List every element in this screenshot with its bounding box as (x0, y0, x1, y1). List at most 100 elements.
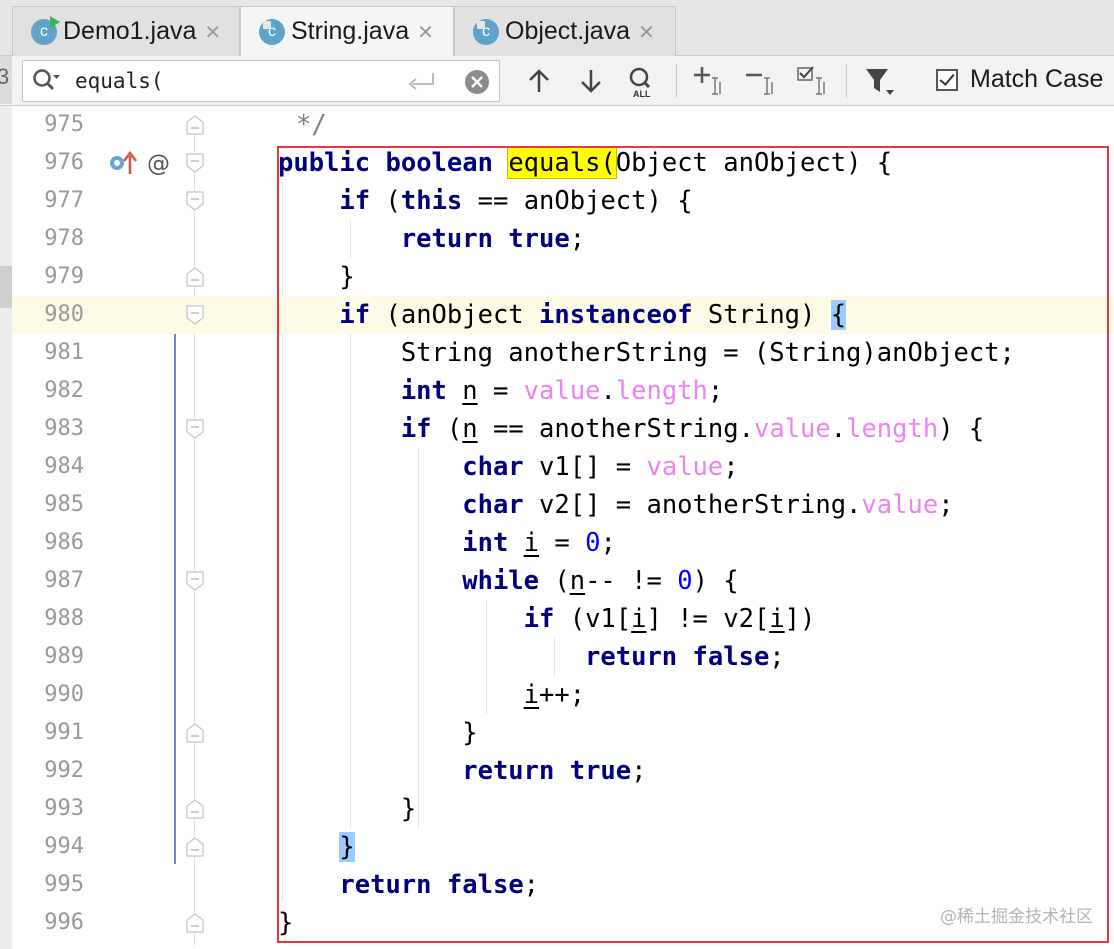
fold-start-icon[interactable] (186, 191, 204, 211)
code-line[interactable]: 984 char v1[] = value; (12, 448, 1114, 486)
line-number: 994 (44, 834, 84, 859)
code-area[interactable]: 975 */ 976 public boolean equals(Object … (12, 106, 1114, 949)
filter-icon (866, 69, 894, 95)
line-number: 990 (44, 682, 84, 707)
fold-end-icon[interactable] (186, 799, 204, 819)
fold-start-icon[interactable] (186, 305, 204, 325)
tab-label: String.java (291, 17, 410, 45)
overrides-method-icon[interactable] (108, 150, 138, 176)
code-line[interactable]: 991 } (12, 714, 1114, 752)
code-line[interactable]: 993 } (12, 790, 1114, 828)
tab-object[interactable]: c Object.java ✕ (454, 6, 676, 56)
code-text: if (anObject instanceof String) { (339, 300, 847, 330)
gutter-markers: @ (108, 150, 172, 176)
code-line[interactable]: 983 if (n == anotherString.value.length)… (12, 410, 1114, 448)
fold-end-icon[interactable] (186, 723, 204, 743)
annotation-icon[interactable]: @ (146, 150, 172, 176)
svg-text:ALL: ALL (633, 89, 651, 98)
watermark: @稀土掘金技术社区 (940, 907, 1093, 927)
fold-end-icon[interactable] (186, 913, 204, 933)
code-line[interactable]: 975 */ (12, 106, 1114, 144)
line-number: 985 (44, 492, 84, 517)
code-line[interactable]: 977 if (this == anObject) { (12, 182, 1114, 220)
line-number: 984 (44, 454, 84, 479)
close-icon[interactable]: ✕ (638, 20, 655, 44)
code-line[interactable]: 989 return false; (12, 638, 1114, 676)
code-text: return false; (339, 870, 540, 900)
clear-icon[interactable] (463, 68, 491, 96)
code-text: public boolean equals(Object anObject) { (278, 147, 893, 179)
match-case-checkbox[interactable] (936, 68, 958, 91)
match-case-label: Match Case (970, 65, 1104, 93)
tab-demo1[interactable]: c Demo1.java ✕ (12, 6, 240, 56)
code-text: } (278, 718, 478, 748)
code-line[interactable]: 988 if (v1[i] != v2[i]) (12, 600, 1114, 638)
previous-occurrence-button[interactable] (520, 62, 558, 100)
code-text: i++; (523, 680, 586, 710)
tab-string[interactable]: c String.java ✕ (240, 6, 454, 56)
code-line[interactable]: 995 return false; (12, 866, 1114, 904)
code-line-current[interactable]: 980 if (anObject instanceof String) { (12, 296, 1114, 334)
close-icon[interactable]: ✕ (204, 20, 221, 44)
tool-strip-marker (0, 266, 12, 308)
code-text: } (278, 262, 355, 292)
svg-text:@: @ (147, 151, 170, 176)
code-text: */ (296, 110, 327, 140)
code-line[interactable]: 979 } (12, 258, 1114, 296)
code-line[interactable]: 994 } (12, 828, 1114, 866)
java-class-icon: c (31, 15, 60, 45)
find-all-button[interactable]: ALL (622, 62, 660, 100)
search-field[interactable] (22, 60, 500, 102)
fold-start-icon[interactable] (186, 419, 204, 439)
left-tool-strip (0, 106, 12, 949)
code-text: char v1[] = value; (462, 452, 739, 482)
code-text: } (278, 794, 417, 824)
next-occurrence-button[interactable] (572, 62, 610, 100)
select-all-occurrences-button[interactable] (794, 62, 832, 100)
code-line[interactable]: 987 while (n-- != 0) { (12, 562, 1114, 600)
code-line[interactable]: 986 int i = 0; (12, 524, 1114, 562)
line-number: 993 (44, 796, 84, 821)
line-number: 987 (44, 568, 84, 593)
match-case-option[interactable]: Match Case (936, 65, 1103, 94)
line-number: 977 (44, 188, 84, 213)
code-line[interactable]: 982 int n = value.length; (12, 372, 1114, 410)
line-number: 976 (44, 150, 84, 175)
remove-occurrence-button[interactable] (742, 62, 780, 100)
search-input[interactable] (75, 68, 405, 94)
code-text: return true; (462, 756, 647, 786)
fold-start-icon[interactable] (186, 153, 204, 173)
code-line[interactable]: 976 public boolean equals(Object anObjec… (12, 144, 1114, 182)
code-text: } (278, 908, 294, 938)
code-line[interactable]: 985 char v2[] = anotherString.value; (12, 486, 1114, 524)
tab-label: Demo1.java (63, 17, 197, 45)
fold-start-icon[interactable] (186, 571, 204, 591)
editor-tab-bar: c Demo1.java ✕ c String.java ✕ c Object.… (0, 0, 1114, 56)
code-text: if (n == anotherString.value.length) { (400, 414, 985, 444)
add-occurrence-button[interactable] (690, 62, 728, 100)
code-text: char v2[] = anotherString.value; (462, 490, 954, 520)
code-line[interactable]: 990 i++; (12, 676, 1114, 714)
code-line[interactable]: 978 return true; (12, 220, 1114, 258)
code-editor[interactable]: 975 */ 976 public boolean equals(Object … (0, 106, 1114, 949)
find-toolbar: 3 ALL (0, 56, 1114, 106)
filter-button[interactable] (860, 62, 898, 100)
fold-end-icon[interactable] (186, 115, 204, 135)
line-number: 975 (44, 112, 84, 137)
code-line[interactable]: 981 String anotherString = (String)anObj… (12, 334, 1114, 372)
left-panel-edge: 3 (0, 56, 12, 104)
close-icon[interactable]: ✕ (417, 20, 434, 44)
remove-selection-icon (746, 73, 773, 95)
code-text: int n = value.length; (400, 376, 724, 406)
fold-end-icon[interactable] (186, 267, 204, 287)
add-selection-icon (694, 67, 721, 95)
line-number: 989 (44, 644, 84, 669)
code-text: if (this == anObject) { (339, 186, 693, 216)
line-number: 983 (44, 416, 84, 441)
fold-end-icon[interactable] (186, 837, 204, 857)
code-line[interactable]: 992 return true; (12, 752, 1114, 790)
line-number: 996 (44, 910, 84, 935)
toolbar-divider (846, 64, 847, 98)
search-history-icon[interactable] (31, 67, 61, 95)
code-text: if (v1[i] != v2[i]) (523, 604, 816, 634)
